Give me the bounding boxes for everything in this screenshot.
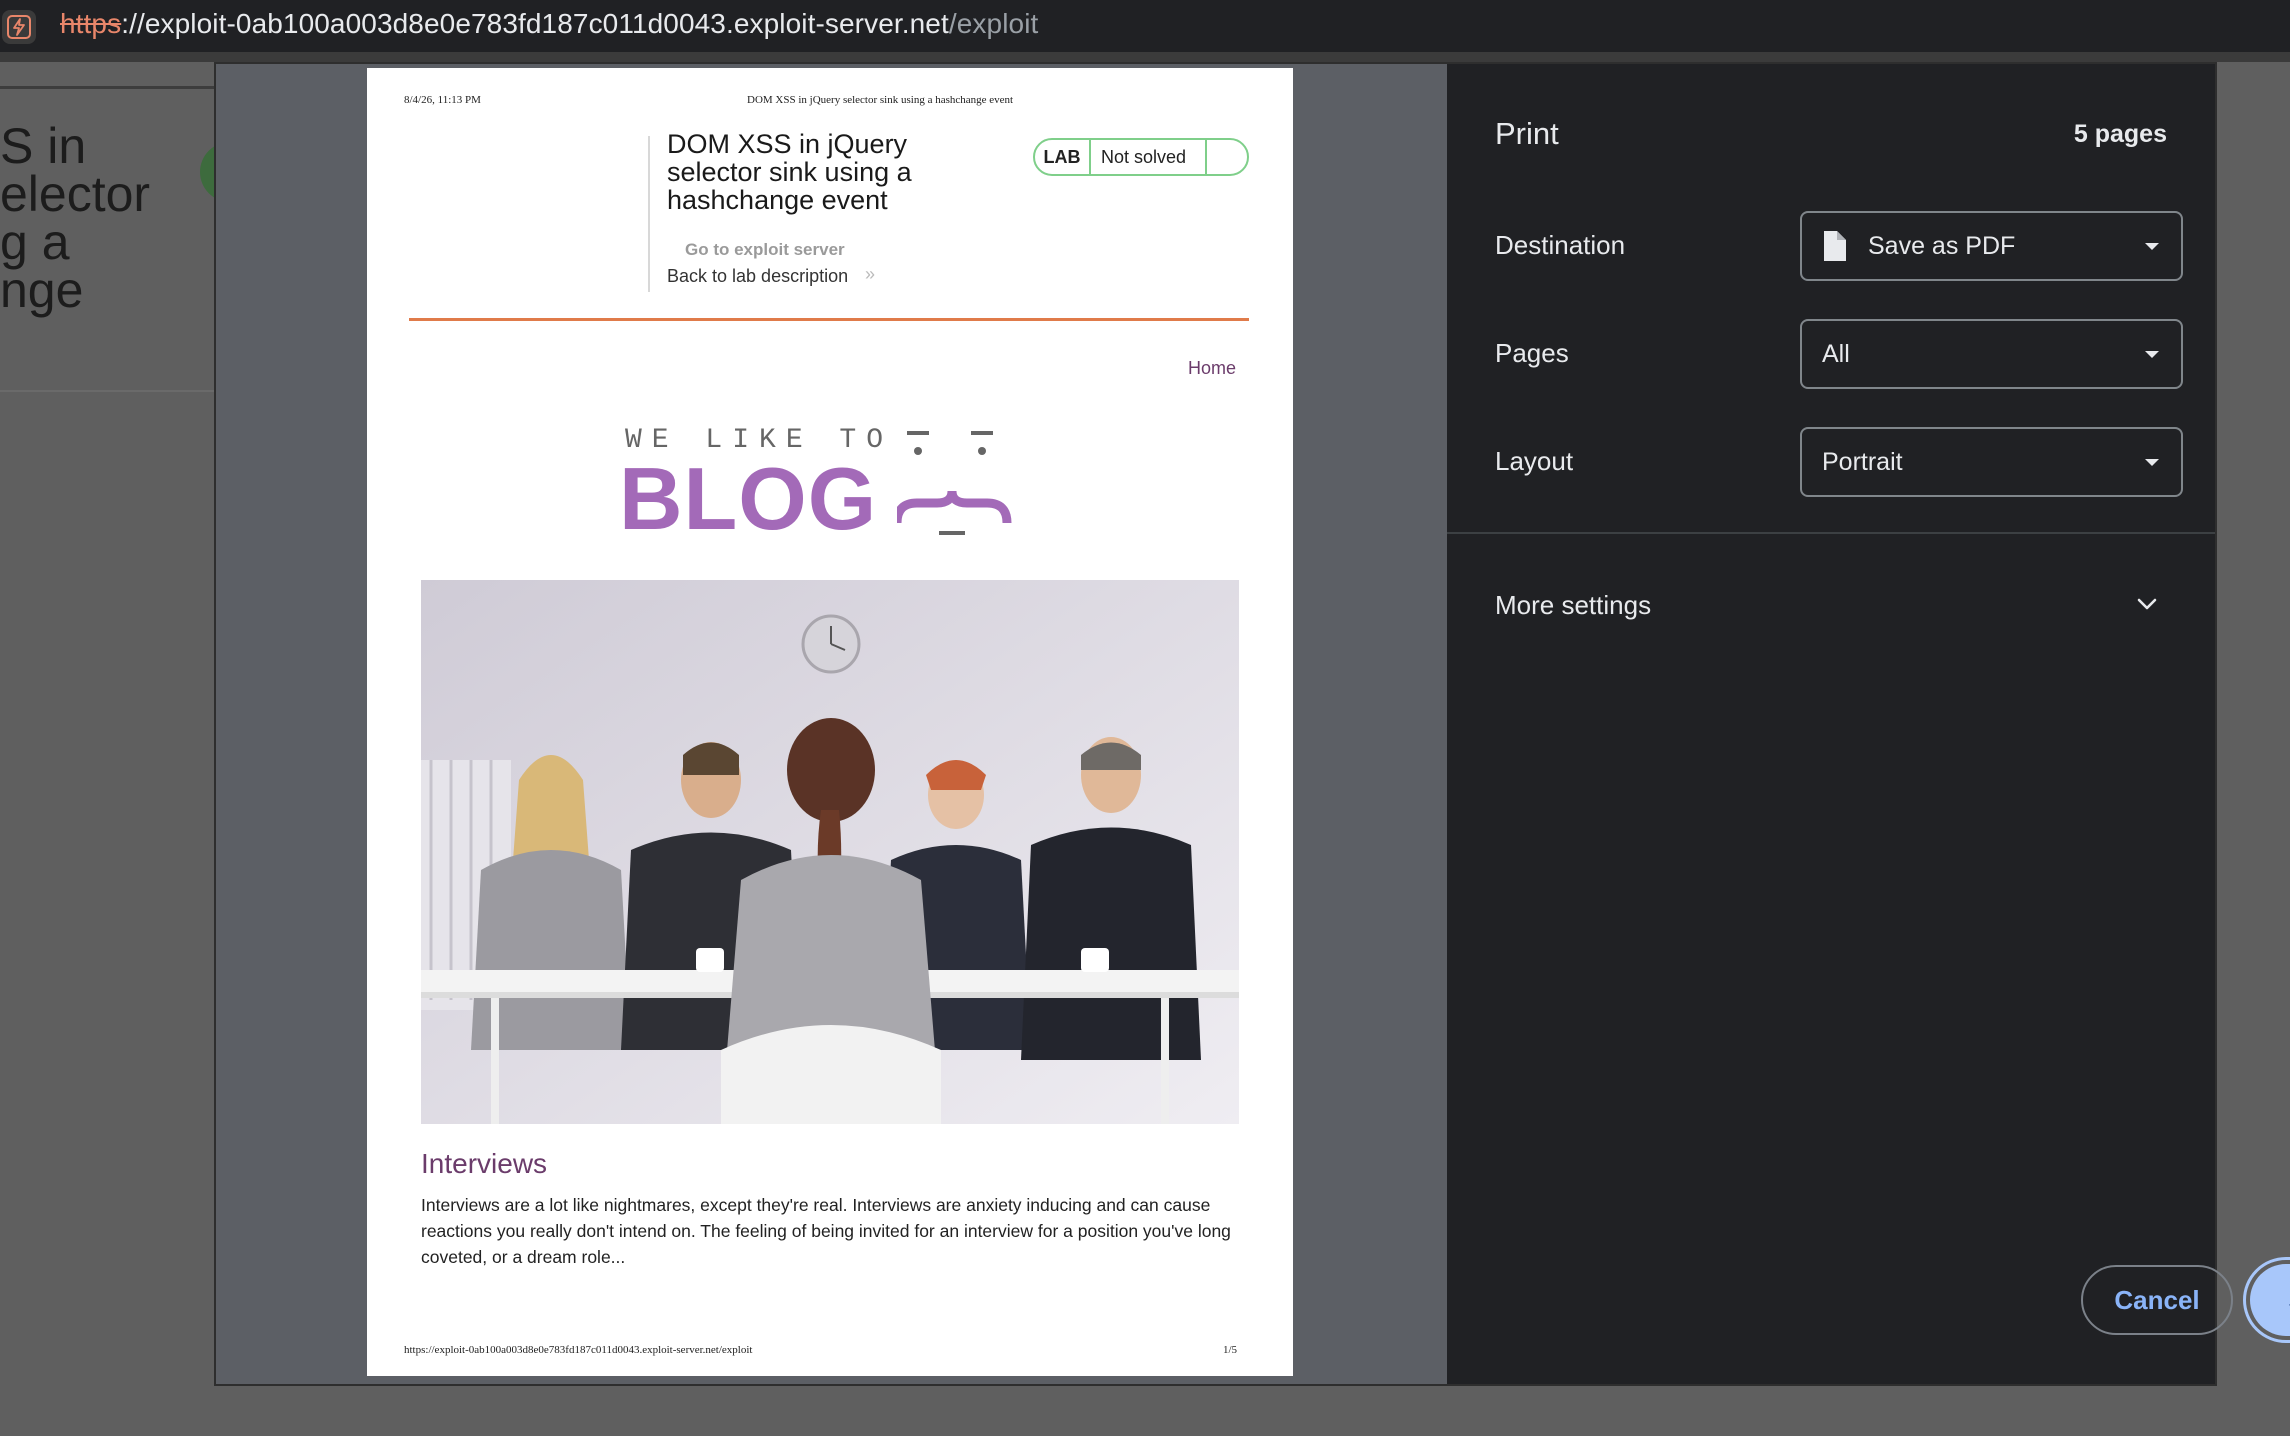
dropdown-caret-icon	[2145, 243, 2159, 250]
blog-logo-face-icon	[897, 431, 1012, 535]
interview-photo	[421, 580, 1239, 1124]
pages-value: All	[1822, 339, 1850, 368]
print-title: Print	[1495, 116, 1559, 151]
post-title: Interviews	[421, 1148, 548, 1179]
browser-url-bar: https://exploit-0ab100a003d8e0e783fd187c…	[0, 0, 2290, 52]
back-to-lab-description-link: Back to lab description	[667, 266, 849, 286]
document-icon	[1824, 231, 1846, 261]
go-to-exploit-server-link: Go to exploit server	[685, 240, 845, 259]
url-text[interactable]: https://exploit-0ab100a003d8e0e783fd187c…	[60, 8, 1038, 40]
layout-select[interactable]: Portrait	[1800, 427, 2183, 497]
destination-select[interactable]: Save as PDF	[1800, 211, 2183, 281]
more-settings-toggle[interactable]: More settings	[1495, 590, 1651, 621]
layout-value: Portrait	[1822, 447, 1903, 476]
lab-status-text: Not solved	[1091, 140, 1207, 174]
url-path: /exploit	[948, 8, 1039, 39]
destination-label: Destination	[1495, 230, 1626, 260]
preview-page: 8/4/26, 11:13 PM DOM XSS in jQuery selec…	[367, 68, 1293, 1376]
dropdown-caret-icon	[2145, 351, 2159, 358]
site-lightning-icon[interactable]	[2, 10, 36, 44]
post-excerpt: Interviews are a lot like nightmares, ex…	[421, 1195, 1231, 1267]
page-count: 5 pages	[2073, 120, 2167, 148]
background-divider	[0, 390, 216, 392]
page-footer-number: 1/5	[1223, 1344, 1238, 1356]
header-rule	[409, 318, 1249, 321]
url-host: ://exploit-0ab100a003d8e0e783fd187c011d0…	[121, 8, 949, 39]
cancel-button[interactable]: Cancel	[2081, 1265, 2233, 1335]
lab-title: DOM XSS in jQuery selector sink using a …	[667, 129, 912, 215]
background-page-title: S in elector g a nge	[0, 118, 151, 318]
settings-divider	[1447, 532, 2215, 534]
url-scheme: https	[60, 8, 122, 39]
page-footer-url: https://exploit-0ab100a003d8e0e783fd187c…	[404, 1344, 753, 1356]
home-link: Home	[1188, 358, 1237, 378]
pages-select[interactable]: All	[1800, 319, 2183, 389]
lab-status-badge: LAB Not solved	[1033, 138, 1249, 176]
blog-logo-word: BLOG	[619, 449, 878, 548]
print-settings-panel: Print 5 pages Destination Save as PDF Pa…	[1447, 64, 2290, 1384]
dropdown-caret-icon	[2145, 459, 2159, 466]
page-header-title: DOM XSS in jQuery selector sink using a …	[747, 94, 1014, 106]
layout-label: Layout	[1495, 446, 1574, 476]
pages-label: Pages	[1495, 338, 1569, 368]
chevron-down-icon[interactable]	[2135, 592, 2159, 616]
page-header-date: 8/4/26, 11:13 PM	[404, 94, 481, 106]
destination-value: Save as PDF	[1868, 231, 2016, 260]
double-chevron-icon: »	[865, 264, 876, 284]
background-divider	[0, 86, 216, 89]
print-dialog: 8/4/26, 11:13 PM DOM XSS in jQuery selec…	[216, 64, 2290, 1384]
lab-badge-label: LAB	[1035, 140, 1091, 174]
print-preview-area[interactable]: 8/4/26, 11:13 PM DOM XSS in jQuery selec…	[216, 64, 1447, 1384]
toolbar-divider	[0, 52, 2290, 62]
lab-header-divider	[648, 136, 650, 292]
